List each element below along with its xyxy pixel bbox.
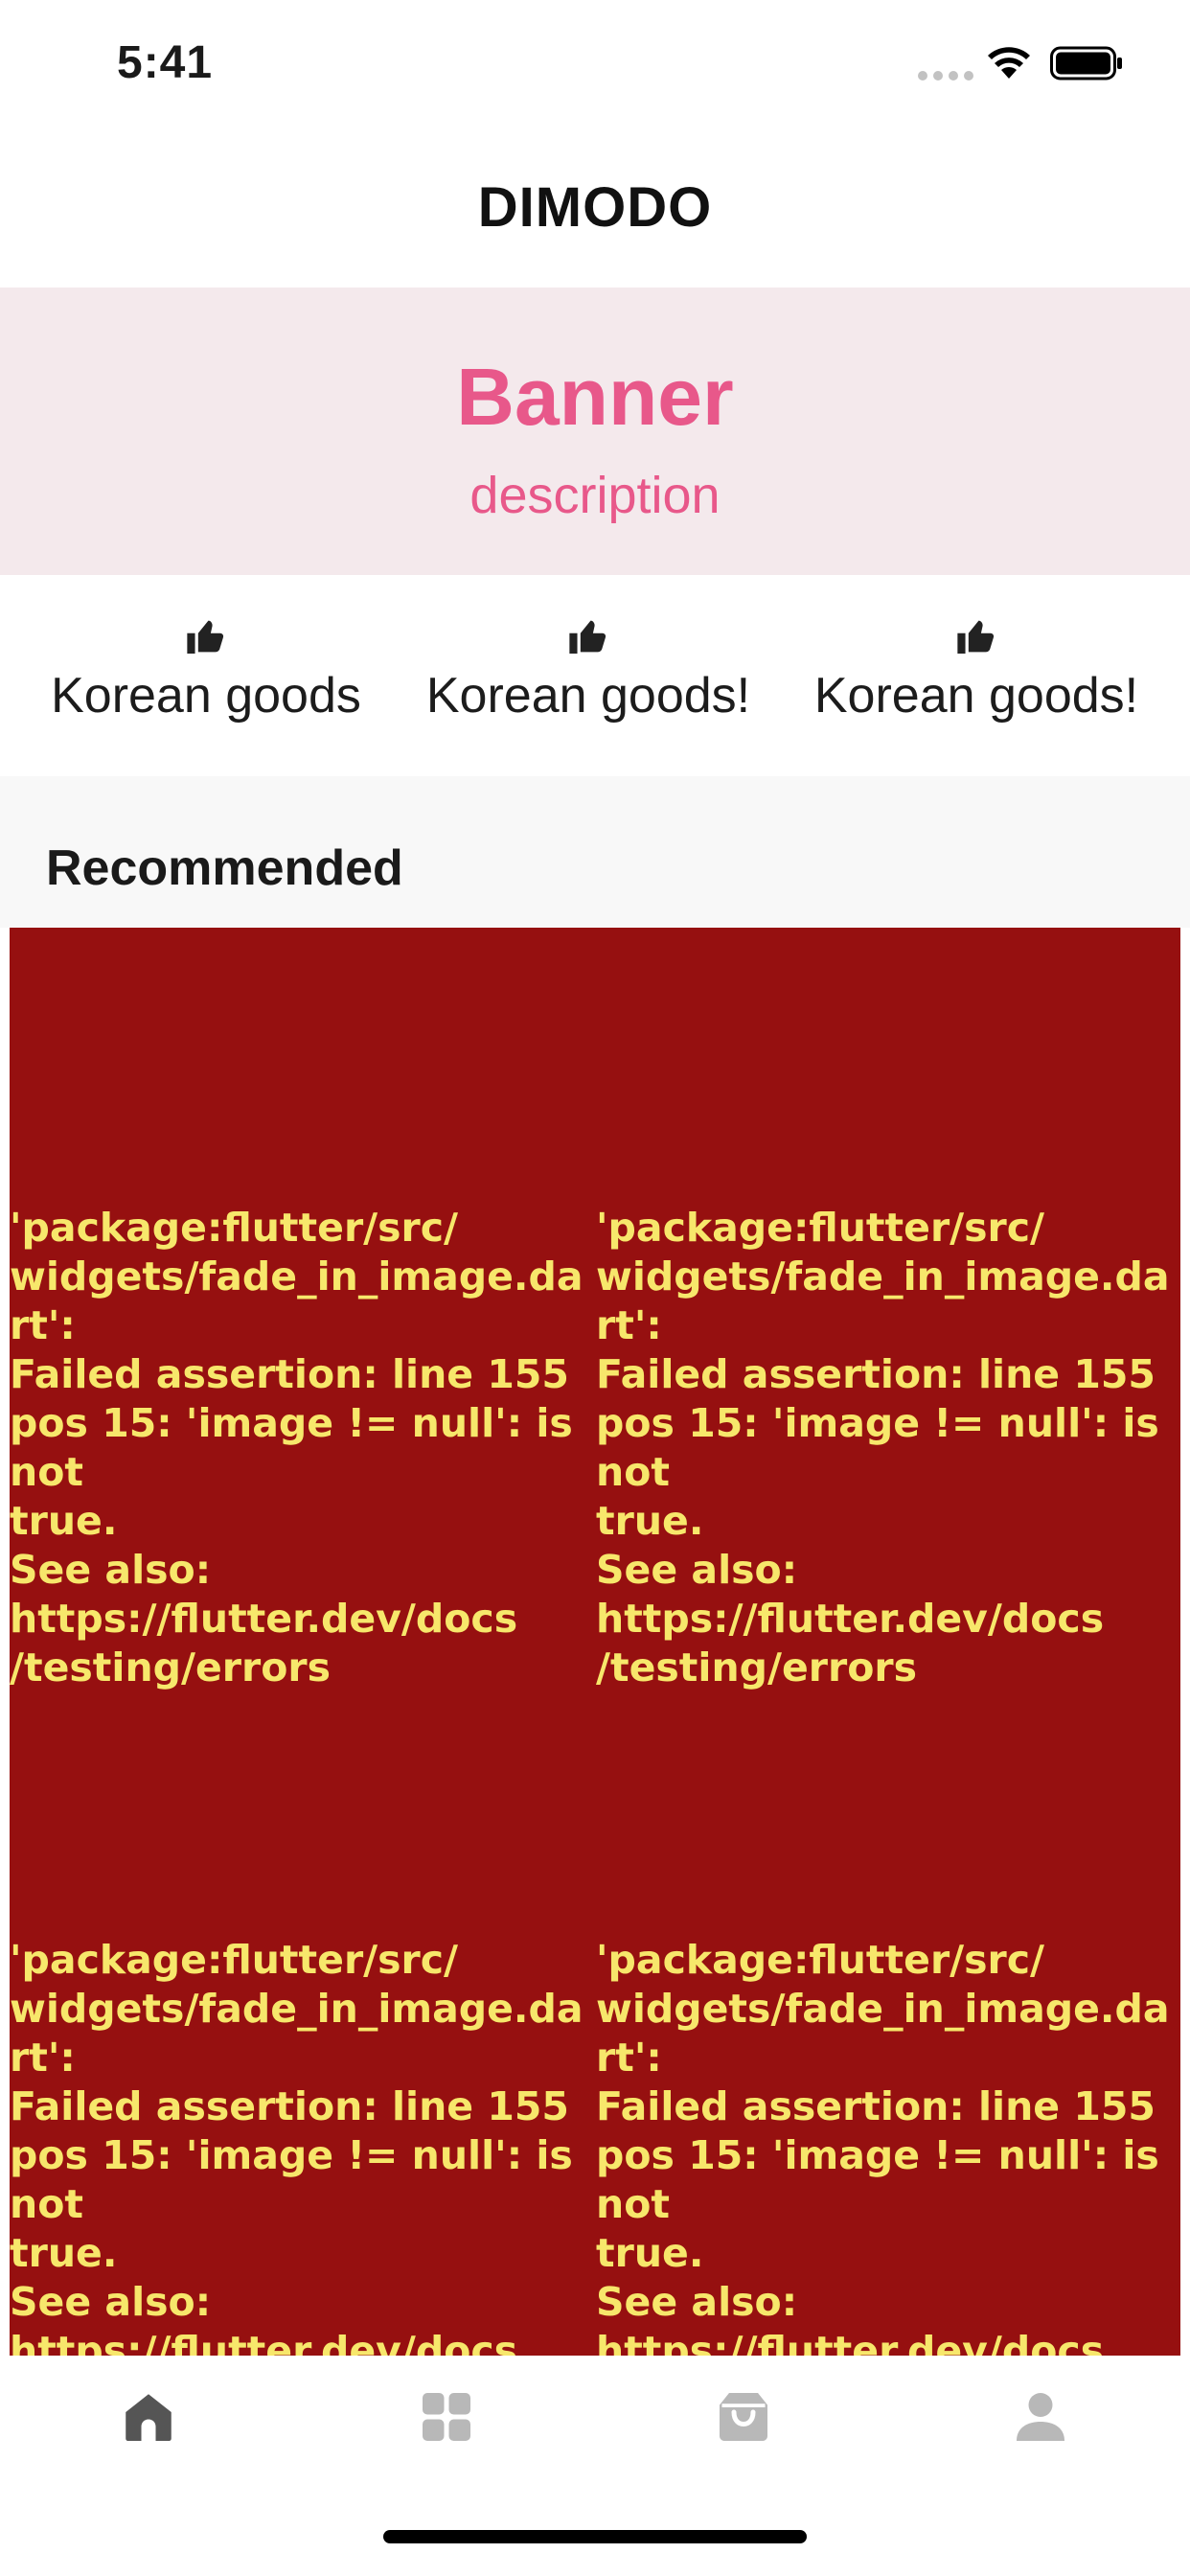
recommended-grid: 'package:flutter/src/ widgets/fade_in_im… [10, 928, 1180, 2423]
cellular-signal-icon [918, 71, 973, 80]
banner-title: Banner [456, 352, 734, 442]
status-bar: 5:41 [0, 0, 1190, 126]
thumb-up-icon [569, 620, 606, 654]
product-error-card[interactable]: 'package:flutter/src/ widgets/fade_in_im… [10, 1204, 588, 1692]
banner[interactable]: Banner description [0, 288, 1190, 575]
feature-label: Korean goods! [425, 668, 751, 724]
shopping-bag-icon[interactable] [715, 2388, 772, 2446]
status-time: 5:41 [117, 37, 214, 88]
home-icon[interactable] [120, 2388, 177, 2446]
feature-item: Korean goods! [412, 619, 765, 724]
feature-item: Korean goods [36, 619, 376, 724]
banner-description: description [469, 467, 721, 524]
app-title: DIMODO [477, 175, 713, 239]
feature-label: Korean goods [51, 668, 361, 724]
thumb-up-icon [957, 620, 995, 654]
recommended-title: Recommended [46, 840, 403, 896]
product-error-card[interactable]: 'package:flutter/src/ widgets/fade_in_im… [596, 1204, 1175, 1692]
feature-item: Korean goods! [799, 619, 1154, 724]
recommended-section: Recommended [0, 776, 1190, 928]
grid-icon[interactable] [418, 2388, 475, 2446]
product-error-card[interactable]: 'package:flutter/src/ widgets/fade_in_im… [596, 1936, 1175, 2425]
person-icon[interactable] [1012, 2388, 1069, 2446]
thumb-up-icon [187, 620, 224, 654]
product-error-card[interactable]: 'package:flutter/src/ widgets/fade_in_im… [10, 1936, 588, 2425]
features-row: Korean goods Korean goods! Korean goods! [0, 575, 1190, 776]
home-indicator [383, 2530, 807, 2543]
wifi-icon [988, 47, 1030, 79]
feature-label: Korean goods! [813, 668, 1139, 724]
battery-icon [1050, 46, 1122, 80]
app-bar: DIMODO [0, 126, 1190, 288]
